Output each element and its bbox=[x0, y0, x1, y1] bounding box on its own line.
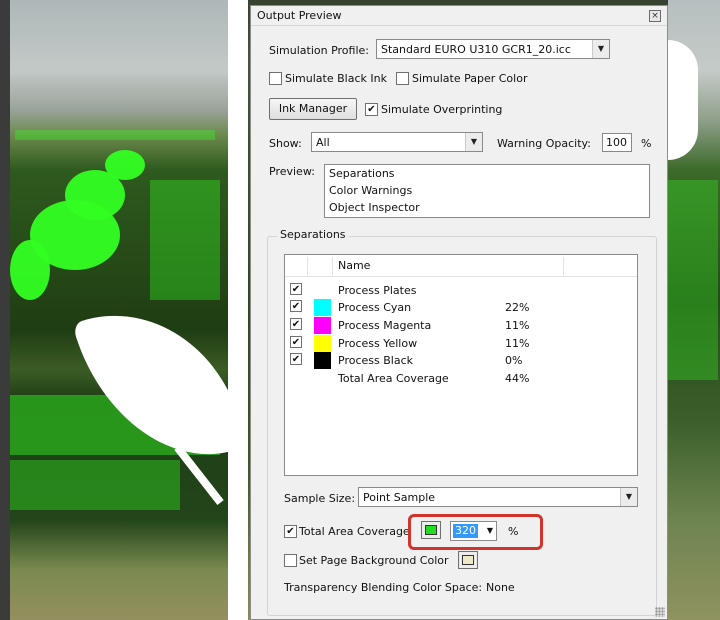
column-header-name[interactable]: Name bbox=[338, 259, 370, 272]
separations-group-label: Separations bbox=[277, 228, 349, 241]
coverage-limit-unit: % bbox=[508, 525, 519, 538]
dialog-titlebar[interactable]: Output Preview × bbox=[251, 6, 667, 26]
coverage-color-button[interactable] bbox=[421, 521, 441, 539]
resize-grip-icon[interactable] bbox=[655, 607, 665, 617]
separation-name: Process Black bbox=[338, 354, 413, 367]
simulate-black-ink-label: Simulate Black Ink bbox=[285, 72, 387, 85]
coverage-limit-combo[interactable]: 320 ▼ bbox=[450, 521, 497, 541]
simulate-black-ink-checkbox[interactable] bbox=[269, 72, 282, 85]
magenta-swatch bbox=[314, 317, 331, 334]
separation-name: Process Cyan bbox=[338, 301, 412, 314]
separation-percent: 44% bbox=[505, 372, 530, 385]
separation-row-process-plates: ✔ Process Plates bbox=[285, 282, 637, 299]
page-gutter bbox=[228, 0, 248, 620]
separation-percent: 11% bbox=[505, 337, 530, 350]
separation-row-process-cyan: ✔ Process Cyan 22% bbox=[285, 299, 637, 316]
coverage-warning-area bbox=[10, 460, 180, 510]
total-area-coverage-label: Total Area Coverage bbox=[299, 525, 410, 538]
separation-name: Process Magenta bbox=[338, 319, 432, 332]
pasteboard-edge bbox=[0, 0, 10, 620]
ink-manager-button[interactable]: Ink Manager bbox=[269, 98, 357, 120]
show-select[interactable]: All ▼ bbox=[311, 132, 483, 152]
separation-percent: 11% bbox=[505, 319, 530, 332]
black-swatch bbox=[314, 352, 331, 369]
separation-name: Process Yellow bbox=[338, 337, 418, 350]
set-page-background-checkbox[interactable] bbox=[284, 554, 297, 567]
document-page-image bbox=[10, 0, 228, 620]
separation-percent: 22% bbox=[505, 301, 530, 314]
coverage-limit-value[interactable]: 320 bbox=[453, 524, 478, 538]
simulate-paper-color-label: Simulate Paper Color bbox=[412, 72, 528, 85]
show-value: All bbox=[316, 136, 330, 149]
simulation-profile-label: Simulation Profile: bbox=[269, 44, 369, 57]
simulate-paper-color-checkbox[interactable] bbox=[396, 72, 409, 85]
preview-item-object-inspector[interactable]: Object Inspector bbox=[329, 201, 420, 214]
document-page-image-right bbox=[668, 0, 720, 620]
separation-percent: 0% bbox=[505, 354, 523, 367]
coverage-warning-area bbox=[15, 130, 215, 140]
separation-row-total-area-coverage: Total Area Coverage 44% bbox=[285, 370, 637, 387]
preview-listbox[interactable]: Separations Color Warnings Object Inspec… bbox=[324, 164, 650, 218]
sample-size-label: Sample Size: bbox=[284, 492, 356, 505]
warning-opacity-label: Warning Opacity: bbox=[497, 137, 591, 150]
simulate-overprinting-label: Simulate Overprinting bbox=[381, 103, 503, 116]
separation-row-process-black: ✔ Process Black 0% bbox=[285, 352, 637, 369]
separation-row-process-yellow: ✔ Process Yellow 11% bbox=[285, 335, 637, 352]
leaf-shape-partial bbox=[668, 40, 698, 160]
simulation-profile-value: Standard EURO U310 GCR1_20.icc bbox=[381, 43, 571, 56]
coverage-warning-area bbox=[150, 180, 220, 300]
warning-opacity-input[interactable]: 100 bbox=[602, 133, 632, 152]
chevron-down-icon: ▼ bbox=[620, 488, 637, 506]
chevron-down-icon[interactable]: ▼ bbox=[487, 526, 493, 535]
close-icon[interactable]: × bbox=[649, 10, 661, 22]
sample-size-value: Point Sample bbox=[363, 491, 436, 504]
coverage-warning-area bbox=[668, 180, 718, 380]
separations-table: Name ✔ Process Plates ✔ Process Cyan 22%… bbox=[284, 254, 638, 476]
preview-item-color-warnings[interactable]: Color Warnings bbox=[329, 184, 412, 197]
chevron-down-icon: ▼ bbox=[465, 133, 482, 151]
warning-opacity-unit: % bbox=[641, 137, 652, 150]
coverage-warning-area bbox=[10, 240, 50, 300]
separation-visibility-checkbox[interactable]: ✔ bbox=[290, 300, 302, 312]
total-area-coverage-checkbox[interactable]: ✔ bbox=[284, 525, 297, 538]
separation-name: Total Area Coverage bbox=[338, 372, 449, 385]
column-divider[interactable] bbox=[332, 257, 333, 275]
transparency-blending-value: None bbox=[486, 581, 515, 594]
cyan-swatch bbox=[314, 299, 331, 316]
simulation-profile-select[interactable]: Standard EURO U310 GCR1_20.icc ▼ bbox=[376, 39, 610, 59]
yellow-swatch bbox=[314, 335, 331, 352]
separation-visibility-checkbox[interactable]: ✔ bbox=[290, 283, 302, 295]
output-preview-dialog: Output Preview × Simulation Profile: Sta… bbox=[250, 5, 668, 620]
coverage-warning-area bbox=[105, 150, 145, 180]
separations-table-header: Name bbox=[285, 255, 637, 277]
sample-size-select[interactable]: Point Sample ▼ bbox=[358, 487, 638, 507]
set-page-background-label: Set Page Background Color bbox=[299, 554, 449, 567]
chevron-down-icon: ▼ bbox=[592, 40, 609, 58]
separation-visibility-checkbox[interactable]: ✔ bbox=[290, 318, 302, 330]
column-divider[interactable] bbox=[563, 257, 564, 275]
column-divider[interactable] bbox=[307, 257, 308, 275]
page-background-color-button[interactable] bbox=[458, 551, 478, 569]
preview-item-separations[interactable]: Separations bbox=[329, 167, 395, 180]
simulate-overprinting-checkbox[interactable]: ✔ bbox=[365, 103, 378, 116]
separation-row-process-magenta: ✔ Process Magenta 11% bbox=[285, 317, 637, 334]
page-background-color-swatch bbox=[462, 555, 474, 565]
separation-visibility-checkbox[interactable]: ✔ bbox=[290, 353, 302, 365]
transparency-blending-label: Transparency Blending Color Space: bbox=[284, 581, 483, 594]
separation-visibility-checkbox[interactable]: ✔ bbox=[290, 336, 302, 348]
coverage-color-swatch bbox=[425, 525, 437, 535]
separation-name: Process Plates bbox=[338, 284, 417, 297]
show-label: Show: bbox=[269, 137, 302, 150]
dialog-title: Output Preview bbox=[257, 9, 342, 22]
preview-label: Preview: bbox=[269, 165, 315, 178]
